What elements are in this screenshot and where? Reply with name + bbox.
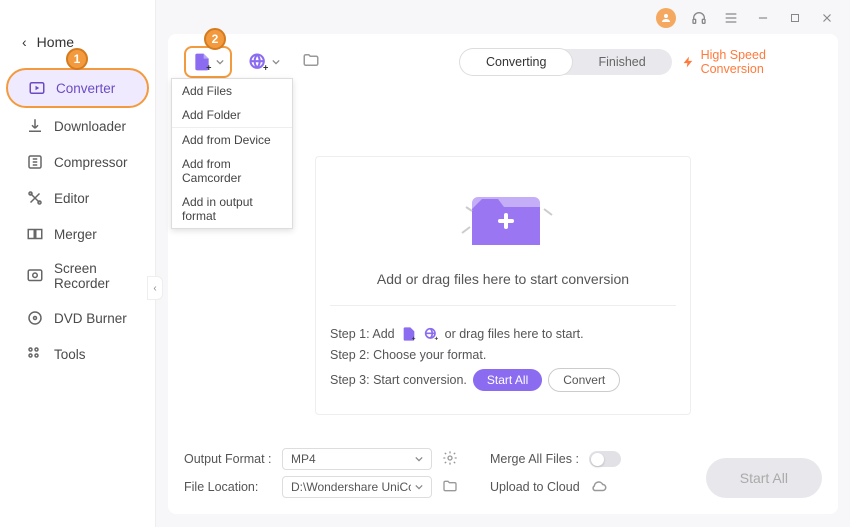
add-file-icon: + (401, 326, 417, 342)
step1-post: or drag files here to start. (445, 327, 584, 341)
sidebar-item-label: Merger (54, 227, 97, 242)
add-file-button[interactable]: + (184, 46, 232, 78)
sidebar-item-label: Editor (54, 191, 89, 206)
file-location-select[interactable]: D:\Wondershare UniConverter 1 (282, 476, 432, 498)
sidebar-item-dvd-burner[interactable]: DVD Burner (6, 300, 149, 336)
dvd-burner-icon (26, 309, 44, 327)
tools-icon (26, 345, 44, 363)
add-file-dropdown: Add Files Add Folder Add from Device Add… (171, 78, 293, 229)
add-url-icon: + (423, 326, 439, 342)
file-location-value: D:\Wondershare UniConverter 1 (291, 480, 411, 494)
upload-cloud-label: Upload to Cloud (490, 480, 580, 494)
dropdown-add-device[interactable]: Add from Device (172, 128, 292, 152)
output-format-value: MP4 (291, 452, 316, 466)
callout-badge-1: 1 (66, 48, 88, 70)
dropdown-add-files[interactable]: Add Files (172, 79, 292, 103)
step-2: Step 2: Choose your format. (330, 348, 676, 362)
step-3: Step 3: Start conversion. Start All Conv… (330, 368, 676, 392)
dropdown-add-camcorder[interactable]: Add from Camcorder (172, 152, 292, 190)
chevron-down-icon (415, 455, 423, 463)
cloud-icon[interactable] (590, 477, 608, 498)
menu-icon[interactable] (722, 9, 740, 27)
main-area: + + Converting Finished High Speed Conve… (156, 0, 850, 527)
start-all-pill[interactable]: Start All (473, 369, 542, 391)
headphones-icon[interactable] (690, 9, 708, 27)
tab-finished[interactable]: Finished (572, 49, 671, 75)
avatar-icon[interactable] (656, 8, 676, 28)
minimize-icon[interactable] (754, 9, 772, 27)
svg-text:+: + (263, 62, 268, 72)
svg-text:+: + (206, 62, 211, 72)
chevron-down-icon (216, 58, 224, 66)
nav-list: Converter Downloader Compressor Editor M… (0, 68, 155, 372)
dropzone-text: Add or drag files here to start conversi… (330, 271, 676, 287)
converter-icon (28, 79, 46, 97)
sidebar-item-tools[interactable]: Tools (6, 336, 149, 372)
convert-pill[interactable]: Convert (548, 368, 620, 392)
sidebar-item-screen-recorder[interactable]: Screen Recorder (6, 252, 149, 300)
merger-icon (26, 225, 44, 243)
dropzone-steps: Step 1: Add + + or drag files here to st… (330, 305, 676, 392)
file-location-label: File Location: (184, 480, 272, 494)
titlebar (156, 0, 850, 30)
conversion-tabs: Converting Finished (460, 49, 672, 75)
merge-all-toggle[interactable] (589, 451, 621, 467)
sidebar-item-label: Downloader (54, 119, 126, 134)
add-url-button[interactable]: + (242, 48, 286, 76)
sidebar-item-label: DVD Burner (54, 311, 127, 326)
chevron-left-icon: ‹ (22, 34, 27, 50)
sidebar-item-merger[interactable]: Merger (6, 216, 149, 252)
dropdown-add-folder[interactable]: Add Folder (172, 103, 292, 127)
compressor-icon (26, 153, 44, 171)
chevron-down-icon (272, 58, 280, 66)
dropzone-illustration (330, 179, 676, 259)
settings-icon[interactable] (442, 450, 458, 469)
open-folder-button[interactable] (302, 51, 320, 74)
maximize-icon[interactable] (786, 9, 804, 27)
sidebar-item-label: Compressor (54, 155, 128, 170)
step1-pre: Step 1: Add (330, 327, 395, 341)
screen-recorder-icon (26, 267, 44, 285)
content-panel: + + Converting Finished High Speed Conve… (168, 34, 838, 514)
high-speed-conversion[interactable]: High Speed Conversion (682, 48, 822, 76)
step-1: Step 1: Add + + or drag files here to st… (330, 326, 676, 342)
start-all-button[interactable]: Start All (706, 458, 822, 498)
downloader-icon (26, 117, 44, 135)
open-location-icon[interactable] (442, 478, 458, 497)
sidebar: ‹ Home Converter Downloader Compressor E… (0, 0, 156, 527)
sidebar-collapse-handle[interactable]: ‹ (147, 276, 163, 300)
chevron-down-icon (415, 483, 423, 491)
merge-all-label: Merge All Files : (490, 452, 579, 466)
home-label: Home (37, 34, 74, 50)
tab-converting[interactable]: Converting (460, 49, 572, 75)
toolbar: + + Converting Finished High Speed Conve… (184, 46, 822, 78)
sidebar-item-label: Converter (56, 81, 115, 96)
sidebar-item-downloader[interactable]: Downloader (6, 108, 149, 144)
sidebar-item-converter[interactable]: Converter (6, 68, 149, 108)
svg-text:+: + (434, 336, 438, 342)
step3-label: Step 3: Start conversion. (330, 373, 467, 387)
close-icon[interactable] (818, 9, 836, 27)
dropzone[interactable]: Add or drag files here to start conversi… (315, 156, 691, 415)
output-format-select[interactable]: MP4 (282, 448, 432, 470)
output-format-label: Output Format : (184, 452, 272, 466)
sidebar-item-label: Screen Recorder (54, 261, 135, 291)
bottom-bar: Output Format : MP4 Merge All Files : Fi… (184, 442, 822, 504)
sidebar-item-label: Tools (54, 347, 86, 362)
sidebar-item-compressor[interactable]: Compressor (6, 144, 149, 180)
high-speed-label: High Speed Conversion (701, 48, 822, 76)
lightning-icon (682, 55, 695, 69)
dropdown-add-output[interactable]: Add in output format (172, 190, 292, 228)
callout-badge-2: 2 (204, 28, 226, 50)
sidebar-item-editor[interactable]: Editor (6, 180, 149, 216)
editor-icon (26, 189, 44, 207)
svg-text:+: + (411, 336, 415, 342)
